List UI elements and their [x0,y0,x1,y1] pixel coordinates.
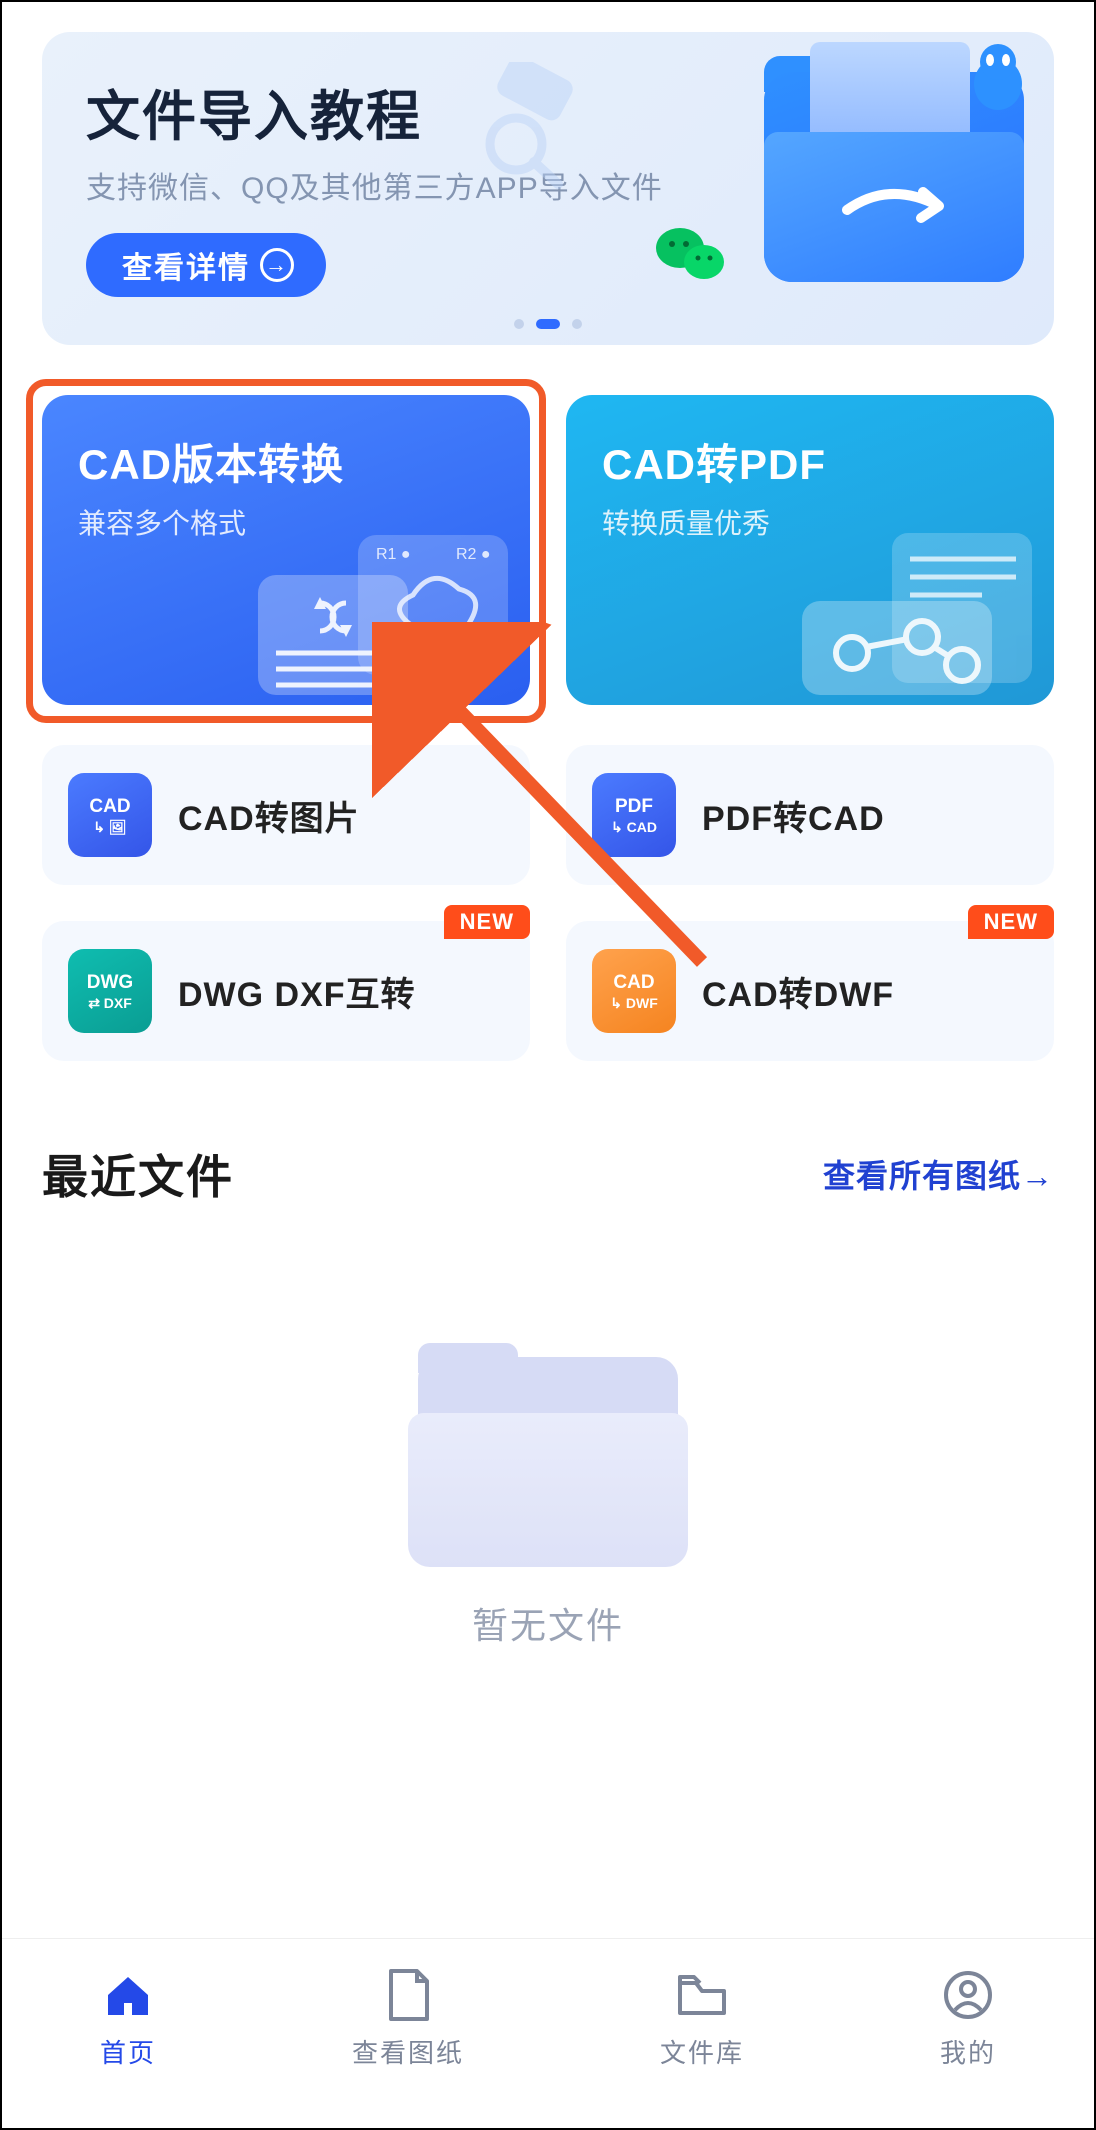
tile-label: CAD转DWF [702,967,894,1016]
nav-home[interactable]: 首页 [100,1967,156,2070]
svg-text:R2 ●: R2 ● [456,546,491,563]
view-details-button[interactable]: 查看详情 → [86,233,326,297]
svg-text:● R4: ● R4 [426,662,461,679]
nav-label: 文件库 [660,2033,744,2070]
cad-to-pdf-card[interactable]: CAD转PDF 转换质量优秀 [566,395,1054,705]
pdf-cad-icon: PDF ↳ CAD [592,773,676,857]
decorative-cad-icon: R1 ● R2 ● ● R4 [238,525,518,705]
pdf-to-cad-tile[interactable]: PDF ↳ CAD PDF转CAD [566,745,1054,885]
cad-dwf-icon: CAD ↳ DWF [592,949,676,1033]
folder-icon [674,1967,730,2023]
home-icon [100,1967,156,2023]
dwg-dxf-convert-tile[interactable]: DWG ⇄ DXF DWG DXF互转 NEW [42,921,530,1061]
nav-label: 查看图纸 [352,2033,464,2070]
cad-to-image-tile[interactable]: CAD ↳ 🖼 CAD转图片 [42,745,530,885]
new-badge: NEW [444,905,530,939]
cad-version-convert-card[interactable]: CAD版本转换 兼容多个格式 R1 ● R2 ● ● R4 [42,395,530,705]
nav-label: 我的 [940,2033,996,2070]
person-icon [940,1967,996,2023]
empty-text: 暂无文件 [472,1597,624,1649]
tile-label: CAD转图片 [178,791,360,840]
tile-label: PDF转CAD [702,791,885,840]
arrow-right-icon: → [260,248,294,282]
folder-illustration [764,72,1024,282]
view-all-drawings-link[interactable]: 查看所有图纸→ [823,1151,1054,1197]
decorative-pdf-icon [762,525,1042,705]
import-tutorial-banner[interactable]: 文件导入教程 支持微信、QQ及其他第三方APP导入文件 查看详情 → [42,32,1054,345]
cad-image-icon: CAD ↳ 🖼 [68,773,152,857]
bottom-nav: 首页 查看图纸 文件库 我的 [2,1938,1094,2128]
svg-text:R1 ●: R1 ● [376,546,411,563]
nav-view-drawings[interactable]: 查看图纸 [352,1967,464,2070]
pager-dot[interactable] [514,319,524,329]
pager-dot-active[interactable] [536,319,560,329]
empty-folder-icon [408,1357,688,1567]
wechat-icon [654,224,728,286]
cad-to-dwf-tile[interactable]: CAD ↳ DWF CAD转DWF NEW [566,921,1054,1061]
feature-title: CAD转PDF [602,431,1018,492]
pager-dot[interactable] [572,319,582,329]
nav-me[interactable]: 我的 [940,1967,996,2070]
recent-files-title: 最近文件 [42,1141,234,1207]
tile-label: DWG DXF互转 [178,967,416,1016]
pager-dots[interactable] [514,319,582,329]
nav-file-library[interactable]: 文件库 [660,1967,744,2070]
view-details-label: 查看详情 [122,243,250,287]
empty-state: 暂无文件 [42,1357,1054,1649]
decorative-search-icon [472,62,592,192]
new-badge: NEW [968,905,1054,939]
document-icon [380,1967,436,2023]
feature-title: CAD版本转换 [78,431,494,492]
dwg-dxf-icon: DWG ⇄ DXF [68,949,152,1033]
nav-label: 首页 [100,2033,156,2070]
qq-icon [968,42,1028,112]
